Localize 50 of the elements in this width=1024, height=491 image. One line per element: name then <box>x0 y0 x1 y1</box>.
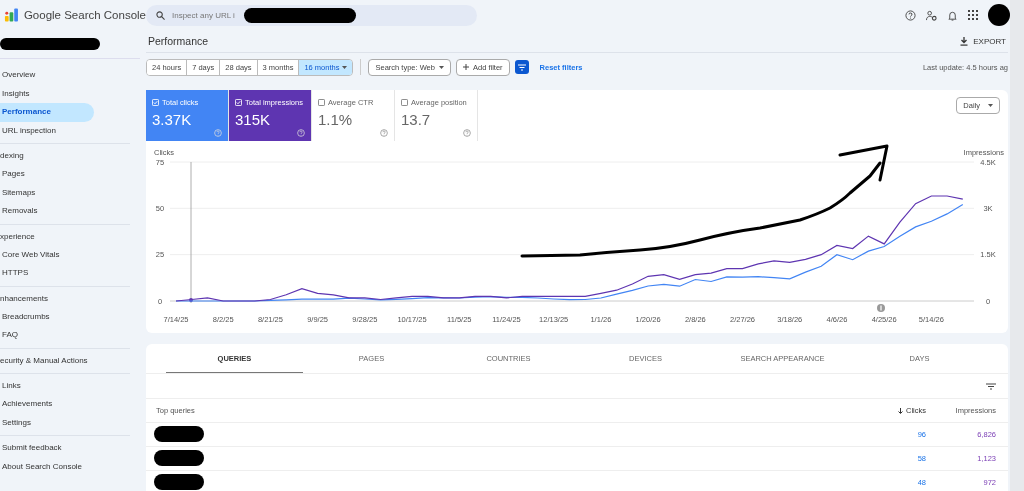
export-button[interactable]: EXPORT <box>960 36 1006 46</box>
redaction-mark <box>988 4 1010 26</box>
sidebar-item[interactable]: Breadcrumbs <box>0 307 94 326</box>
download-icon <box>960 36 969 46</box>
sidebar-item[interactable]: Settings <box>0 413 94 432</box>
sidebar-item[interactable]: HTTPS <box>0 264 94 283</box>
redaction-mark <box>154 474 204 490</box>
sidebar-item[interactable]: Overview <box>0 66 94 85</box>
caret-icon <box>988 104 993 107</box>
filter-button[interactable] <box>514 60 529 74</box>
metric-value: 1.1% <box>318 111 354 128</box>
sidebar-item[interactable]: Sitemaps <box>0 183 94 202</box>
checkbox[interactable] <box>318 99 325 106</box>
bell-icon[interactable] <box>947 9 958 21</box>
apps-grid-icon[interactable] <box>968 10 978 20</box>
filter-icon <box>517 63 526 71</box>
redaction-mark <box>154 426 204 442</box>
sidebar-heading: dexing <box>0 150 25 162</box>
sidebar-item[interactable]: URL inspection <box>0 121 94 140</box>
sidebar-item[interactable]: Submit feedback <box>0 439 94 458</box>
redaction-mark <box>154 450 204 466</box>
sidebar-item[interactable]: Insights <box>0 84 94 103</box>
search-icon <box>156 10 165 20</box>
sidebar-item[interactable]: Core Web Vitals <box>0 245 94 264</box>
metric-value: 3.37K <box>152 111 193 128</box>
annotation-marker-icon[interactable] <box>877 304 885 312</box>
sidebar-heading[interactable]: ecurity & Manual Actions <box>0 351 130 370</box>
metric-value: 315K <box>235 111 272 128</box>
filter-icon[interactable] <box>986 382 996 390</box>
sidebar-heading: xperience <box>0 230 36 243</box>
logo-icon <box>4 7 19 23</box>
sidebar-item[interactable]: Links <box>0 376 94 395</box>
sidebar-item[interactable]: Pages <box>0 165 94 184</box>
app-title: Google Search Console <box>23 9 146 21</box>
metric-value: 13.7 <box>401 111 432 128</box>
sidebar-item[interactable]: About Search Console <box>0 457 94 476</box>
checkbox[interactable] <box>401 99 408 106</box>
page-title: Performance <box>148 35 209 47</box>
sidebar-item[interactable]: Achievements <box>0 395 94 414</box>
sidebar-item[interactable]: Removals <box>0 202 94 221</box>
marker-dot <box>189 298 193 302</box>
caret-icon <box>342 65 348 69</box>
help-icon[interactable] <box>905 9 916 21</box>
sidebar-item[interactable]: FAQ <box>0 326 94 345</box>
sidebar-item[interactable]: Performance <box>0 103 94 122</box>
plus-icon <box>462 64 469 70</box>
sort-down-icon[interactable] <box>898 407 903 414</box>
sidebar-heading: nhancements <box>0 292 50 305</box>
caret-icon <box>438 65 444 69</box>
person-gear-icon[interactable] <box>926 9 937 21</box>
